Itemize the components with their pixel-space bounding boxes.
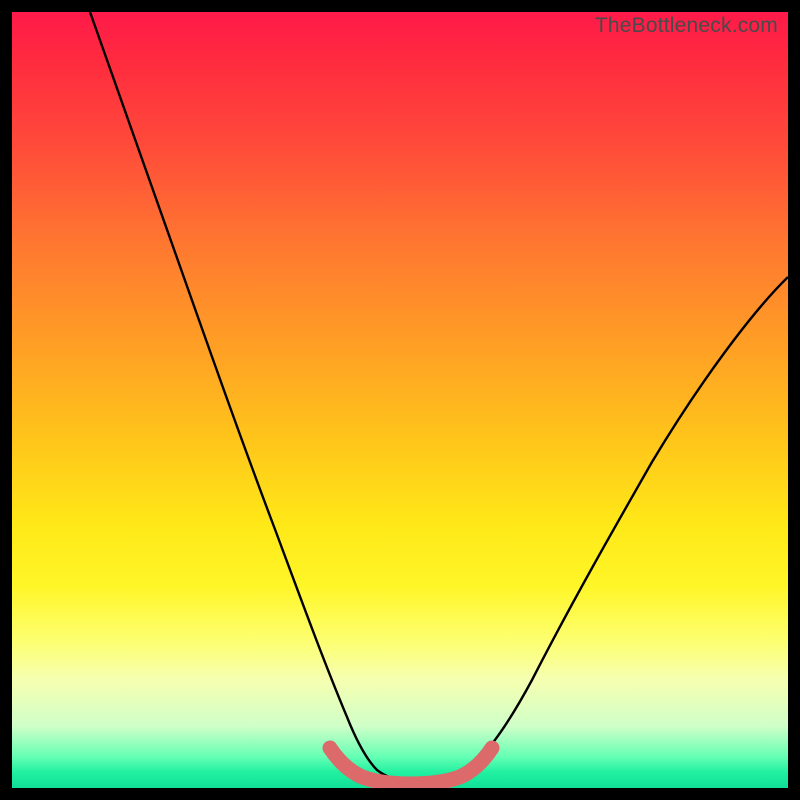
plot-area: TheBottleneck.com: [12, 12, 788, 788]
curve-line: [90, 12, 788, 782]
chart-svg: [12, 12, 788, 788]
highlight-band: [330, 748, 492, 784]
